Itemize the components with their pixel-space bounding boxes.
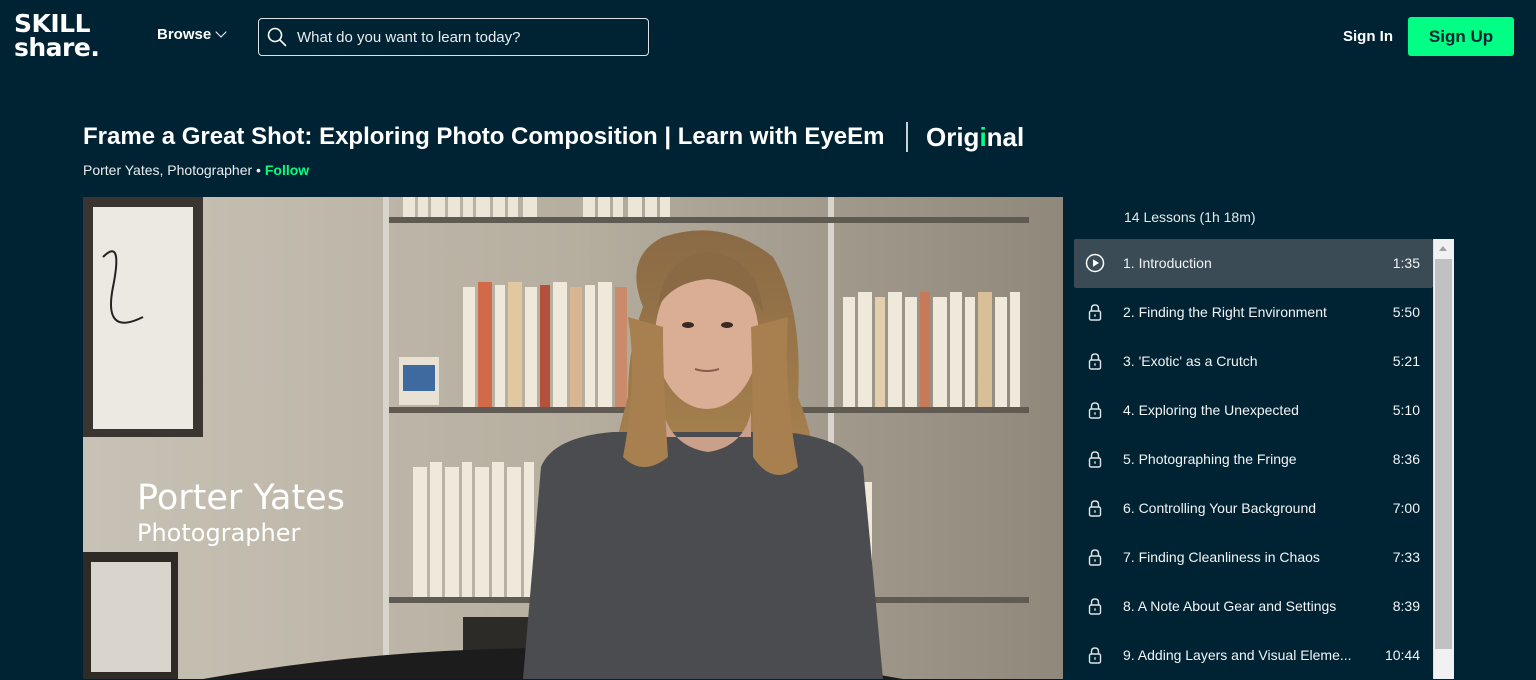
lesson-item[interactable]: 7. Finding Cleanliness in Chaos 7:33 [1074,533,1433,582]
lesson-title: 9. Adding Layers and Visual Eleme... [1123,647,1352,663]
title-divider [906,122,908,152]
lesson-title: 4. Exploring the Unexpected [1123,402,1299,418]
lesson-duration: 1:35 [1392,255,1420,271]
lock-icon [1088,500,1102,517]
original-badge: Original [926,122,1024,153]
lesson-title: 6. Controlling Your Background [1123,500,1317,516]
lock-icon [1088,598,1102,615]
lesson-duration: 8:39 [1392,598,1420,614]
scrollbar-track-edge [1433,239,1434,679]
lesson-item[interactable]: 3. 'Exotic' as a Crutch 5:21 [1074,337,1433,386]
lesson-item[interactable]: 8. A Note About Gear and Settings 8:39 [1074,582,1433,631]
lesson-item[interactable]: 6. Controlling Your Background 7:00 [1074,484,1433,533]
course-title-row: Frame a Great Shot: Exploring Photo Comp… [83,120,1024,154]
play-circle-icon [1085,253,1105,273]
search-icon [267,27,287,47]
lesson-title: 2. Finding the Right Environment [1123,304,1327,320]
lesson-duration: 5:21 [1392,353,1420,369]
lessons-summary: 14 Lessons (1h 18m) [1124,209,1256,225]
playlist-scrollbar[interactable] [1433,239,1454,679]
lesson-duration: 7:00 [1392,500,1420,516]
video-frame: Porter Yates Photographer [83,197,1063,679]
lock-icon [1088,353,1102,370]
scroll-up-arrow-icon[interactable] [1439,246,1447,251]
lesson-item[interactable]: 2. Finding the Right Environment 5:50 [1074,288,1433,337]
original-badge-end: nal [986,121,1025,152]
lesson-title: 1. Introduction [1123,255,1212,271]
skillshare-logo[interactable]: SKILL share. [14,11,100,62]
lesson-item[interactable]: 4. Exploring the Unexpected 5:10 [1074,386,1433,435]
scrollbar-thumb[interactable] [1435,259,1452,649]
lesson-duration: 7:33 [1392,549,1420,565]
original-badge-dot: i [979,121,987,152]
lesson-item[interactable]: 5. Photographing the Fringe 8:36 [1074,435,1433,484]
lesson-playlist: 14 Lessons (1h 18m) 1. Introduction 1:35 2… [1074,197,1454,679]
lesson-title: 8. A Note About Gear and Settings [1123,598,1337,614]
original-badge-start: Orig [925,121,980,152]
lesson-item[interactable]: 9. Adding Layers and Visual Eleme... 10:4… [1074,631,1433,680]
lesson-duration: 5:50 [1392,304,1420,320]
browse-menu-button[interactable]: Browse [157,26,227,43]
lesson-list: 1. Introduction 1:35 2. Finding the Right … [1074,239,1433,680]
browse-label: Browse [157,26,212,43]
bullet-separator: • [256,162,261,178]
lesson-duration: 8:36 [1392,451,1420,467]
chevron-down-icon [215,26,227,38]
search-box[interactable] [258,18,649,56]
lesson-duration: 5:10 [1392,402,1420,418]
video-overlay-role: Photographer [137,519,300,547]
video-player[interactable]: Porter Yates Photographer [83,197,1063,679]
lesson-title: 3. 'Exotic' as a Crutch [1123,353,1258,369]
teacher-name[interactable]: Porter Yates, Photographer [83,162,252,178]
lesson-item[interactable]: 1. Introduction 1:35 [1074,239,1433,288]
page-title: Frame a Great Shot: Exploring Photo Comp… [83,123,885,150]
search-input[interactable] [297,28,637,46]
teacher-info: Porter Yates, Photographer • Follow [83,162,309,178]
lesson-title: 7. Finding Cleanliness in Chaos [1123,549,1320,565]
sign-in-link[interactable]: Sign In [1343,28,1393,45]
lock-icon [1088,304,1102,321]
lock-icon [1088,549,1102,566]
sign-up-button[interactable]: Sign Up [1408,17,1514,56]
lock-icon [1088,647,1102,664]
lesson-duration: 10:44 [1384,647,1420,663]
follow-button[interactable]: Follow [265,162,309,178]
logo-line-2: share. [14,33,100,62]
top-navigation: SKILL share. Browse Sign In Sign Up [0,0,1536,75]
lock-icon [1088,402,1102,419]
lock-icon [1088,451,1102,468]
video-overlay-name: Porter Yates [137,478,345,518]
lesson-title: 5. Photographing the Fringe [1123,451,1297,467]
